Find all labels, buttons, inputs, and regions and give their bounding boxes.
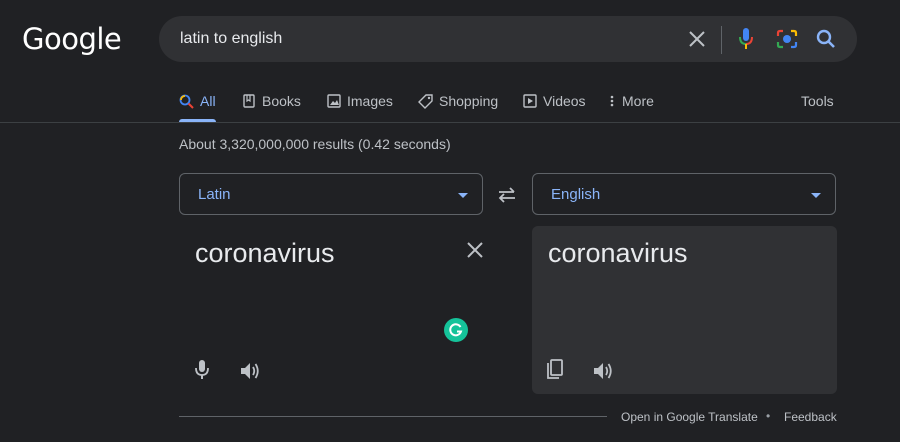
play-icon xyxy=(523,94,537,108)
search-icon xyxy=(179,94,194,109)
search-divider xyxy=(721,26,722,54)
source-language-label: Latin xyxy=(198,186,231,203)
tab-images[interactable]: Images xyxy=(327,91,393,111)
footer-divider xyxy=(179,416,607,417)
target-language-label: English xyxy=(551,186,601,203)
search-bar[interactable]: latin to english xyxy=(159,16,857,62)
result-stats: About 3,320,000,000 results (0.42 second… xyxy=(179,136,451,152)
tab-label: All xyxy=(200,93,216,109)
active-tab-indicator xyxy=(179,119,216,122)
clear-icon[interactable] xyxy=(685,27,709,51)
search-icon[interactable] xyxy=(814,27,838,51)
translation-output-panel: coronavirus xyxy=(532,226,837,394)
search-input[interactable]: latin to english xyxy=(180,30,282,48)
tab-label: Videos xyxy=(543,93,586,109)
tools-button[interactable]: Tools xyxy=(801,91,834,111)
tab-label: Books xyxy=(262,93,301,109)
logo-text: Google xyxy=(22,22,122,56)
target-language-select[interactable]: English xyxy=(532,173,836,215)
grammarly-icon[interactable] xyxy=(444,318,468,342)
dropdown-caret-icon xyxy=(458,193,468,198)
tab-videos[interactable]: Videos xyxy=(523,91,586,111)
tab-all[interactable]: All xyxy=(179,91,216,111)
swap-languages-icon[interactable] xyxy=(495,183,519,207)
source-text-input[interactable]: coronavirus xyxy=(195,238,335,269)
camera-lens-icon[interactable] xyxy=(775,27,799,51)
google-logo[interactable]: Google xyxy=(22,22,122,58)
image-icon xyxy=(327,94,341,108)
speaker-icon[interactable] xyxy=(238,359,262,383)
book-icon xyxy=(243,94,255,108)
tab-label: Shopping xyxy=(439,93,499,109)
microphone-icon[interactable] xyxy=(734,27,758,51)
tab-label: More xyxy=(622,93,654,109)
tab-label: Images xyxy=(347,93,393,109)
search-tabs: All Books Images Shopping Videos More To… xyxy=(0,80,900,123)
copy-icon[interactable] xyxy=(543,358,567,382)
translated-text: coronavirus xyxy=(548,238,688,268)
open-in-translate-link[interactable]: Open in Google Translate xyxy=(621,410,758,424)
footer-separator: • xyxy=(766,409,771,423)
tab-books[interactable]: Books xyxy=(242,91,301,111)
more-vert-icon xyxy=(610,95,614,107)
microphone-icon[interactable] xyxy=(190,358,214,382)
tools-label: Tools xyxy=(801,93,834,109)
tag-icon xyxy=(418,93,433,109)
clear-source-icon[interactable] xyxy=(463,238,487,262)
dropdown-caret-icon xyxy=(811,193,821,198)
speaker-icon[interactable] xyxy=(591,359,615,383)
source-language-select[interactable]: Latin xyxy=(179,173,483,215)
feedback-link[interactable]: Feedback xyxy=(784,410,837,424)
tab-more[interactable]: More xyxy=(608,91,654,111)
tab-shopping[interactable]: Shopping xyxy=(418,91,498,111)
